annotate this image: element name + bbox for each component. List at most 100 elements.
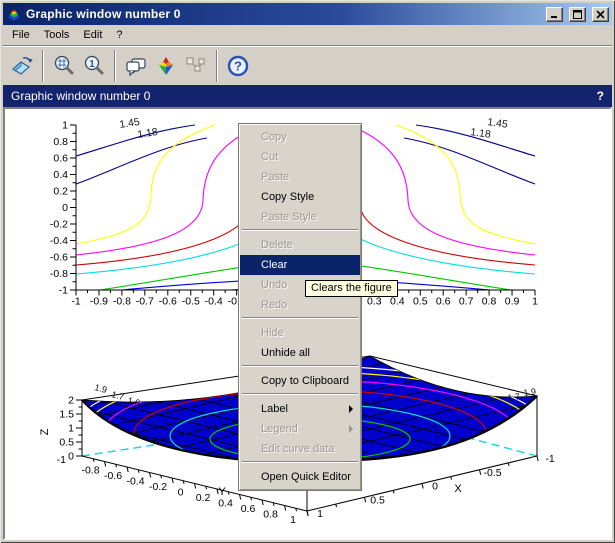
toolbar: 1 [3,45,612,85]
toolbar-separator [42,50,44,82]
toolbar-separator [114,50,116,82]
context-menu-item[interactable]: Delete [240,235,360,255]
menubar: FileToolsEdit? [3,25,612,45]
menubar-item[interactable]: ? [109,27,129,43]
tick-label: 0.8 [482,296,497,308]
tick-label: 0.5 [370,494,385,506]
tick-label: 0.4 [390,296,405,308]
tick-mark [393,490,394,493]
tick-label: 0.5 [59,437,74,449]
context-menu-item[interactable]: Label [240,399,360,419]
svg-text:1: 1 [89,59,95,70]
tick-label: 0.8 [53,136,68,148]
tick-label: 0.9 [505,296,520,308]
tick-label: -0.6 [104,470,122,482]
infobar-title: Graphic window number 0 [11,89,597,103]
zoom-area-button[interactable] [49,51,79,81]
contour-level-label: 1.18 [470,126,492,141]
tick-label: 0.4 [53,169,68,181]
tick-mark [365,497,366,502]
zoom-original-icon: 1 [82,54,106,78]
tick-mark [60,491,560,539]
tick-label: 1 [68,423,74,435]
context-menu-item[interactable]: Paste Style [240,207,360,227]
context-menu-item[interactable]: Cut [240,147,360,167]
toolbar-separator [216,50,218,82]
tick-label: -0.8 [50,268,68,280]
rotate-3d-icon [10,54,34,78]
edit-curve-button[interactable] [181,51,211,81]
context-menu-item[interactable]: Unhide all [240,343,360,363]
tick-label: 0 [432,481,438,493]
rotate-3d-button[interactable] [7,51,37,81]
zoom-original-button[interactable]: 1 [79,51,109,81]
edit-curve-icon [184,54,208,78]
tick-label: -1 [71,296,80,308]
ged-editor-button[interactable] [151,51,181,81]
tick-label: -0.4 [50,235,68,247]
tick-label: -1 [59,285,68,297]
surface-level-label: 1.9 [523,386,537,398]
svg-text:?: ? [234,58,242,73]
tick-label: -0.5 [182,296,200,308]
tick-label: -0.7 [136,296,154,308]
help-button[interactable]: ? [223,51,253,81]
close-icon [596,10,605,19]
context-menu-item[interactable]: Redo [240,295,360,315]
context-menu-item[interactable]: Open Quick Editor [240,467,360,487]
submenu-arrow-icon [349,425,353,433]
context-menu-item[interactable]: Hide [240,323,360,343]
context-menu-item[interactable]: Copy [240,127,360,147]
tick-label: 1 [62,120,68,132]
menubar-item[interactable]: Tools [37,27,77,43]
context-menu-item[interactable]: Edit curve data [240,439,360,459]
tick-label: 0 [68,451,74,463]
window-title: Graphic window number 0 [26,7,540,21]
tick-label: 0.2 [196,492,211,504]
tick-mark [537,456,538,461]
titlebar: Graphic window number 0 [3,3,612,25]
tick-label: 0.2 [53,186,68,198]
close-button[interactable] [592,7,609,22]
tick-label: 0 [62,202,68,214]
context-menu-item[interactable]: Copy to Clipboard [240,371,360,391]
tick-label: 0.6 [436,296,451,308]
surface-level-label: 1.7 [111,389,126,402]
context-menu-item[interactable]: Copy Style [240,187,360,207]
tick-mark [307,511,308,516]
tick-label: 1 [290,514,296,526]
y-corner-label: -1 [57,454,66,466]
tick-label: 0.8 [263,509,278,521]
surface-level-label: 1.9 [94,382,109,395]
context-menu-item[interactable]: Legend [240,419,360,439]
maximize-button[interactable] [569,7,586,22]
menubar-item[interactable]: Edit [76,27,109,43]
tick-label: -0.6 [50,252,68,264]
context-menu-item[interactable]: Paste [240,167,360,187]
tick-mark [508,463,509,466]
tick-label: -0.9 [90,296,108,308]
y-axis-label: Y [218,486,226,498]
context-menu-item[interactable]: Clear [240,255,360,275]
help-icon: ? [226,54,250,78]
tick-label: -0.2 [50,219,68,231]
minimize-icon [550,10,559,19]
tick-label: 0.6 [241,503,256,515]
tick-label: 0.4 [218,498,233,510]
tick-label: 0.3 [367,296,382,308]
zoom-area-icon [52,54,76,78]
tick-label: 2 [68,395,74,407]
surface-level-label: 1.7 [507,391,521,403]
datatips-button[interactable] [121,51,151,81]
tick-label: 0.7 [459,296,474,308]
plot-canvas[interactable]: -1-0.9-0.8-0.7-0.6-0.5-0.4-0.3-0.2-0.100… [3,107,612,540]
context-menu: Copy Cut Paste Copy Style Paste Style De… [238,123,362,491]
minimize-button[interactable] [546,7,563,22]
tick-label: 0 [178,487,184,499]
infobar-help[interactable]: ? [597,89,604,103]
tooltip: Clears the figure [305,280,398,297]
tick-label: 1.5 [59,409,74,421]
tick-label: -0.4 [205,296,223,308]
menubar-item[interactable]: File [5,27,37,43]
tick-label: 0.6 [53,153,68,165]
